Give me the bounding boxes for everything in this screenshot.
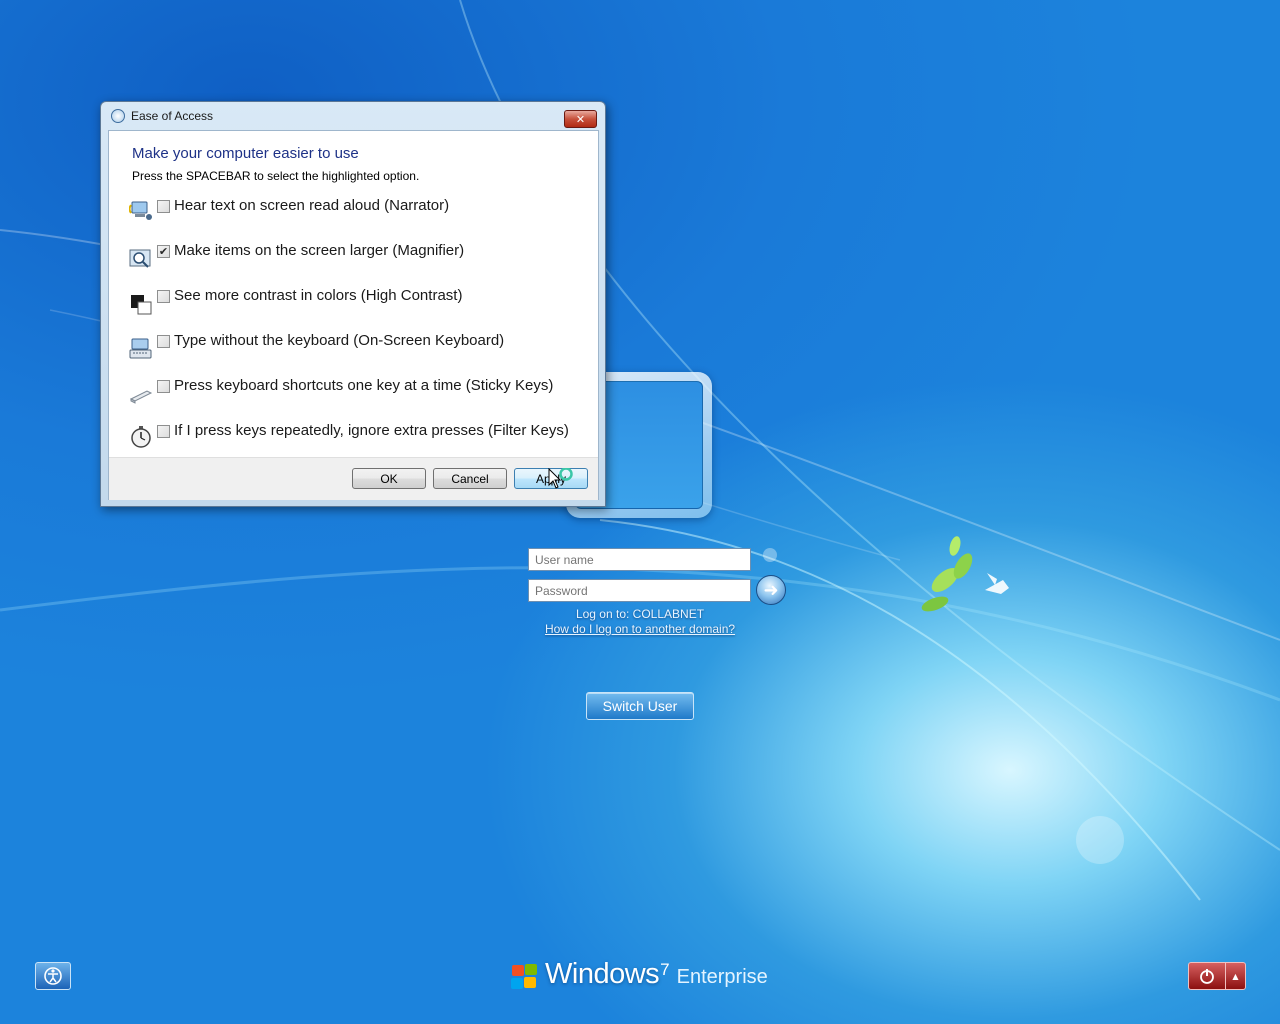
dialog-heading: Make your computer easier to use xyxy=(132,145,359,162)
windows-flag-icon xyxy=(510,963,540,991)
windows-branding: Windows 7 Enterprise xyxy=(510,958,768,991)
option-label[interactable]: Hear text on screen read aloud (Narrator… xyxy=(174,197,449,214)
dialog-titlebar[interactable]: Ease of Access xyxy=(101,102,605,130)
close-button[interactable]: ✕ xyxy=(564,110,597,128)
close-icon: ✕ xyxy=(575,112,586,126)
ease-of-access-button[interactable] xyxy=(35,962,71,990)
sticky-keys-checkbox[interactable] xyxy=(157,380,170,393)
power-icon xyxy=(1200,969,1214,984)
option-on-screen-keyboard[interactable]: Type without the keyboard (On-Screen Key… xyxy=(109,332,599,362)
username-field[interactable] xyxy=(528,548,751,571)
dialog-title: Ease of Access xyxy=(131,109,214,123)
option-label[interactable]: Type without the keyboard (On-Screen Key… xyxy=(174,332,504,349)
option-label[interactable]: If I press keys repeatedly, ignore extra… xyxy=(174,422,569,439)
brand-name: Windows xyxy=(545,958,660,990)
busy-cursor-icon xyxy=(548,468,573,489)
option-sticky-keys[interactable]: Press keyboard shortcuts one key at a ti… xyxy=(109,377,599,407)
option-narrator[interactable]: Hear text on screen read aloud (Narrator… xyxy=(109,197,599,227)
ease-of-access-icon xyxy=(44,967,62,985)
submit-arrow-button[interactable]: ➜ xyxy=(756,575,786,605)
check-icon: ✔ xyxy=(158,245,169,258)
brand-version: 7 xyxy=(660,960,670,979)
option-filter-keys[interactable]: If I press keys repeatedly, ignore extra… xyxy=(109,422,599,452)
magnifier-checkbox[interactable]: ✔ xyxy=(157,245,170,258)
filter-keys-checkbox[interactable] xyxy=(157,425,170,438)
high-contrast-icon xyxy=(131,295,152,315)
magnifier-icon xyxy=(129,249,151,268)
switch-user-button[interactable]: Switch User xyxy=(586,692,694,720)
ease-of-access-icon xyxy=(111,109,125,123)
dialog-footer: OK Cancel Apply xyxy=(109,457,598,500)
shutdown-control: ▲ xyxy=(1188,962,1246,990)
bird-decoration xyxy=(985,573,1009,594)
logon-domain-text: Log on to: COLLABNET xyxy=(575,607,705,621)
shutdown-button[interactable] xyxy=(1188,962,1226,990)
ease-of-access-dialog: Ease of Access ✕ Make your computer easi… xyxy=(100,101,606,507)
high-contrast-checkbox[interactable] xyxy=(157,290,170,303)
option-label[interactable]: See more contrast in colors (High Contra… xyxy=(174,287,462,304)
option-label[interactable]: Press keyboard shortcuts one key at a ti… xyxy=(174,377,553,394)
on-screen-keyboard-checkbox[interactable] xyxy=(157,335,170,348)
chevron-up-icon: ▲ xyxy=(1232,971,1239,981)
brand-edition: Enterprise xyxy=(676,966,768,988)
cancel-button[interactable]: Cancel xyxy=(433,468,507,489)
stopwatch-icon xyxy=(131,426,151,448)
ok-button[interactable]: OK xyxy=(352,468,426,489)
option-label[interactable]: Make items on the screen larger (Magnifi… xyxy=(174,242,464,259)
keyboard-icon xyxy=(129,338,152,359)
leaf-decoration xyxy=(921,536,973,612)
narrator-icon xyxy=(129,201,152,220)
option-high-contrast[interactable]: See more contrast in colors (High Contra… xyxy=(109,287,599,317)
arrow-right-icon: ➜ xyxy=(763,579,779,601)
narrator-checkbox[interactable] xyxy=(157,200,170,213)
sticky-keys-icon xyxy=(129,390,153,404)
password-field[interactable] xyxy=(528,579,751,602)
dialog-instruction: Press the SPACEBAR to select the highlig… xyxy=(132,169,420,183)
shutdown-options-button[interactable]: ▲ xyxy=(1226,962,1246,990)
other-domain-link[interactable]: How do I log on to another domain? xyxy=(520,622,760,636)
option-magnifier[interactable]: ✔ Make items on the screen larger (Magni… xyxy=(109,242,599,272)
dialog-content: Make your computer easier to use Press t… xyxy=(108,130,599,500)
